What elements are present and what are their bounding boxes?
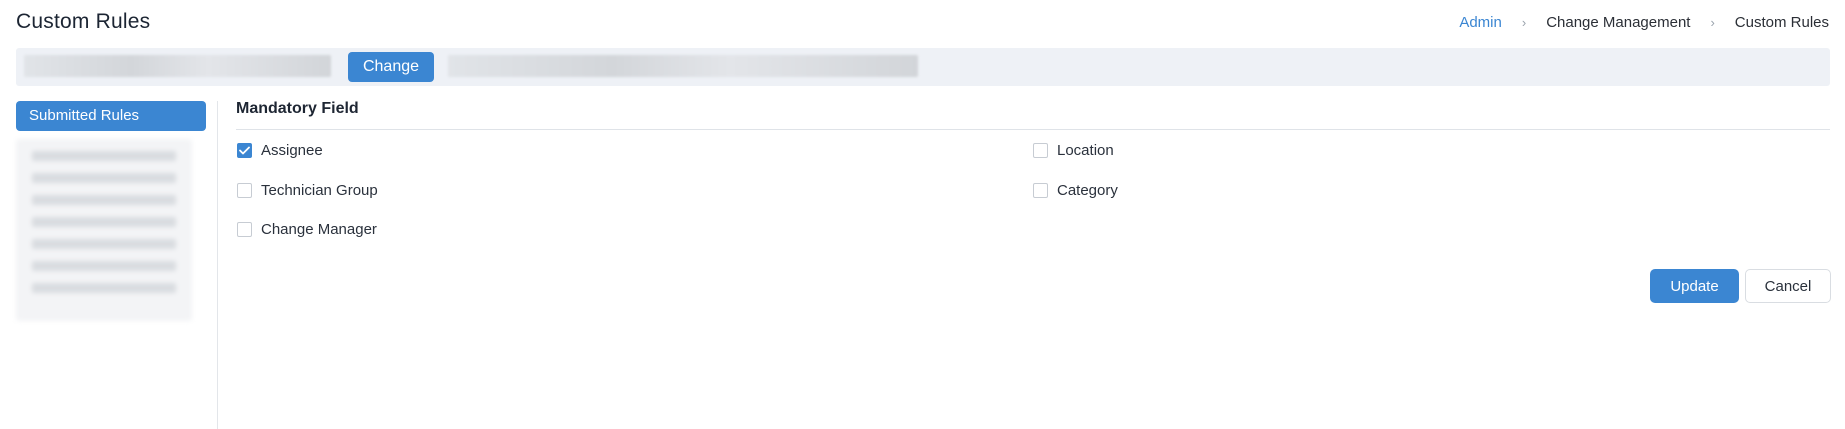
redacted-content <box>24 55 331 77</box>
breadcrumb-admin[interactable]: Admin <box>1459 14 1502 31</box>
change-manager-checkbox[interactable] <box>237 222 252 237</box>
section-divider <box>236 129 1830 130</box>
field-change-manager[interactable]: Change Manager <box>237 221 377 238</box>
redacted-content <box>448 55 918 77</box>
chevron-right-icon: › <box>1521 15 1527 30</box>
category-checkbox[interactable] <box>1033 183 1048 198</box>
field-category[interactable]: Category <box>1033 182 1118 199</box>
breadcrumb-change-management: Change Management <box>1546 14 1691 31</box>
field-label: Change Manager <box>261 221 377 238</box>
field-location[interactable]: Location <box>1033 142 1114 159</box>
breadcrumb-custom-rules: Custom Rules <box>1734 14 1829 31</box>
assignee-checkbox[interactable] <box>237 143 252 158</box>
field-label: Technician Group <box>261 182 378 199</box>
check-icon <box>239 146 250 155</box>
page-title: Custom Rules <box>16 10 151 33</box>
breadcrumb: Admin › Change Management › Custom Rules <box>1459 14 1829 31</box>
field-label: Location <box>1057 142 1114 159</box>
field-label: Category <box>1057 182 1118 199</box>
section-title: Mandatory Field <box>236 100 359 117</box>
update-button[interactable]: Update <box>1650 269 1739 303</box>
sidebar-item-submitted-rules[interactable]: Submitted Rules <box>16 101 206 131</box>
technician-group-checkbox[interactable] <box>237 183 252 198</box>
sidebar: Submitted Rules <box>16 101 206 321</box>
location-checkbox[interactable] <box>1033 143 1048 158</box>
module-change-button[interactable]: Change <box>348 52 434 82</box>
field-label: Assignee <box>261 142 323 159</box>
chevron-right-icon: › <box>1710 15 1715 30</box>
field-assignee[interactable]: Assignee <box>237 142 323 159</box>
panel-divider <box>217 101 218 429</box>
field-technician-group[interactable]: Technician Group <box>237 182 378 199</box>
module-bar: Change <box>16 48 1830 86</box>
redacted-sidebar-items <box>16 139 192 321</box>
cancel-button[interactable]: Cancel <box>1745 269 1831 303</box>
